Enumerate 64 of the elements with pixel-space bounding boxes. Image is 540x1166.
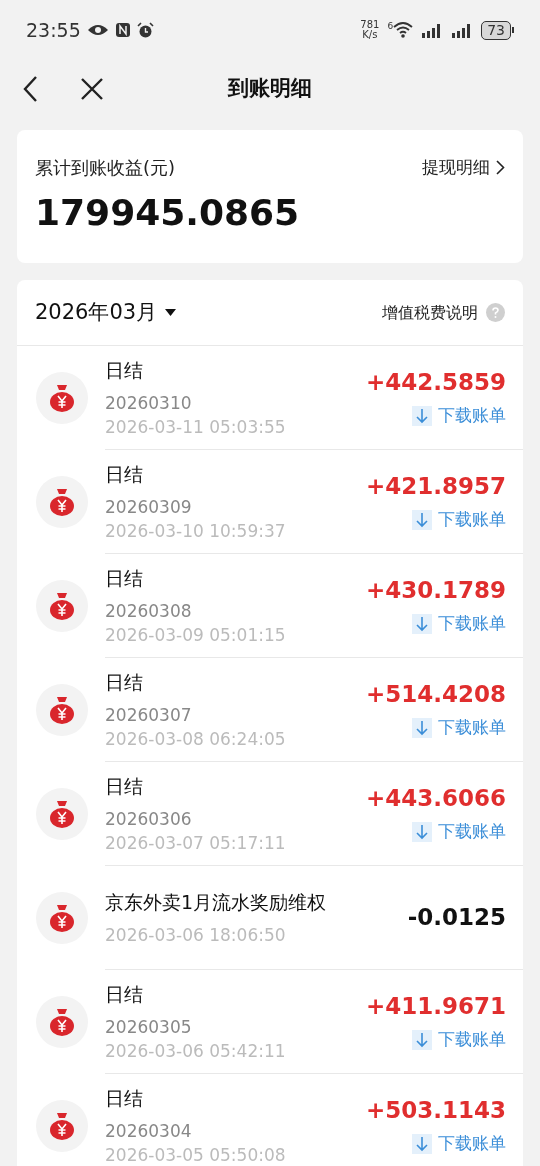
month-picker[interactable]: 2026年03月 — [35, 296, 177, 329]
entry-time: 2026-03-05 05:50:08 — [105, 1144, 286, 1166]
wifi-icon — [393, 22, 414, 38]
summary-label: 累计到账收益(元) — [35, 156, 176, 180]
amount: +430.1789 — [365, 575, 506, 605]
entry-title: 京东外卖1月流水奖励维权 — [105, 889, 327, 915]
entry-title: 日结 — [105, 669, 144, 695]
wifi-standard-label: 6 — [387, 22, 394, 31]
page-title: 到账明细 — [228, 75, 312, 103]
download-bill-link[interactable]: 下载账单 — [412, 506, 506, 533]
download-bill-link[interactable]: 下载账单 — [412, 818, 506, 845]
tax-info-link[interactable]: 增值税费说明 — [382, 300, 505, 325]
entry-time: 2026-03-06 05:42:11 — [105, 1039, 286, 1063]
settlement-date: 20260310 — [105, 391, 193, 415]
entry-time: 2026-03-07 05:17:11 — [105, 831, 286, 855]
settlement-date: 20260306 — [105, 807, 193, 831]
amount: +503.1143 — [365, 1096, 506, 1126]
entry-title: 日结 — [105, 461, 144, 487]
download-bill-link[interactable]: 下载账单 — [412, 714, 506, 741]
money-bag-icon — [36, 1100, 88, 1152]
entry-title: 日结 — [105, 357, 144, 383]
entry-time: 2026-03-08 06:24:05 — [105, 727, 286, 751]
money-bag-icon — [36, 788, 88, 840]
settlement-date: 20260307 — [105, 703, 193, 727]
amount: -0.0125 — [407, 903, 506, 933]
entry-title: 日结 — [105, 773, 144, 799]
speed-unit: K/s — [362, 30, 378, 40]
dropdown-triangle-icon — [165, 309, 177, 316]
money-bag-icon — [36, 580, 88, 632]
entry-time: 2026-03-06 18:06:50 — [105, 923, 287, 947]
entry-title: 日结 — [105, 981, 144, 1007]
money-bag-icon — [36, 684, 88, 736]
entry-time: 2026-03-09 05:01:15 — [105, 623, 286, 647]
money-bag-icon — [36, 372, 88, 424]
amount: +421.8957 — [365, 471, 506, 501]
entry-title: 日结 — [105, 1086, 144, 1111]
amount: +443.6066 — [365, 783, 506, 813]
help-icon — [486, 303, 505, 322]
settlement-date: 20260308 — [105, 599, 193, 623]
amount: +411.9671 — [365, 991, 506, 1021]
money-bag-icon — [36, 996, 88, 1048]
download-bill-link[interactable]: 下载账单 — [412, 402, 506, 429]
network-speed: 781 — [360, 20, 380, 30]
eye-icon — [86, 23, 109, 37]
download-bill-link[interactable]: 下载账单 — [412, 610, 506, 637]
entry-time: 2026-03-10 10:59:37 — [105, 519, 286, 543]
nfc-icon — [114, 22, 131, 38]
withdrawal-details-link[interactable]: 提现明细 — [422, 154, 505, 181]
alarm-icon — [136, 21, 154, 39]
amount: +442.5859 — [365, 367, 506, 397]
total-amount: 179945.0865 — [35, 191, 301, 235]
amount: +514.4208 — [365, 679, 506, 709]
chevron-right-icon — [496, 160, 505, 175]
clock: 23:55 — [26, 17, 81, 43]
settlement-date: 20260304 — [105, 1120, 193, 1143]
entry-time: 2026-03-11 05:03:55 — [105, 415, 286, 439]
settlement-date: 20260305 — [105, 1015, 193, 1039]
entry-title: 日结 — [105, 565, 144, 591]
settlement-date: 20260309 — [105, 495, 193, 519]
money-bag-icon — [36, 476, 88, 528]
battery-indicator: 73 — [481, 20, 511, 40]
download-bill-link[interactable]: 下载账单 — [412, 1026, 506, 1053]
download-bill-link[interactable]: 下载账单 — [412, 1131, 506, 1157]
money-bag-icon — [36, 892, 88, 944]
